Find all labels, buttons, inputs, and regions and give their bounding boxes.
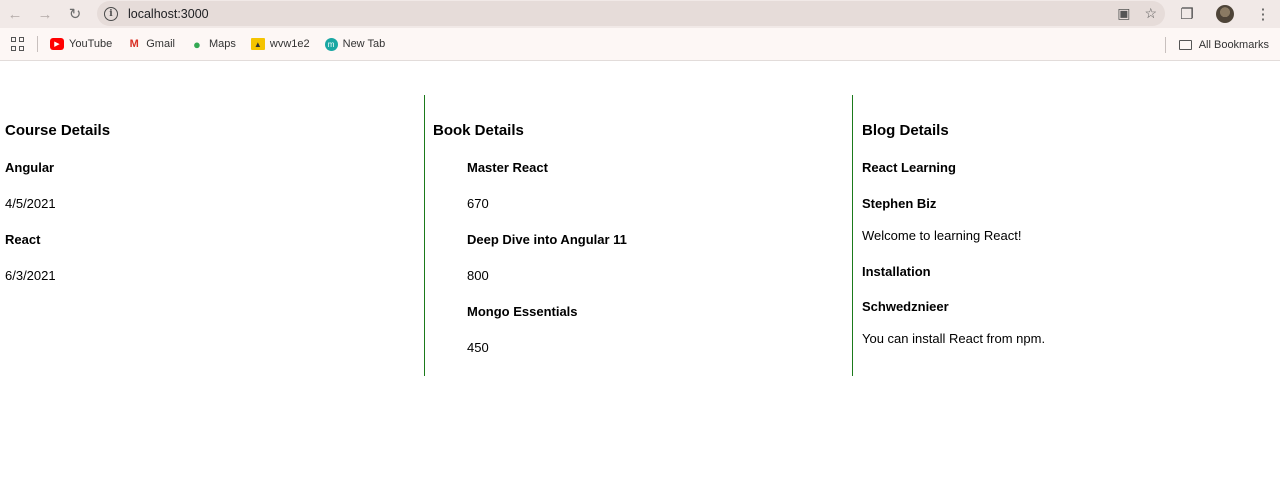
site-info-icon[interactable]: i [104, 6, 118, 21]
bookmark-gmail[interactable]: M Gmail [127, 38, 175, 50]
browser-toolbar: ← → ↻ i localhost:3000 ▣ ☆ ❐ ⋮ [0, 0, 1280, 28]
back-button[interactable]: ← [0, 0, 30, 28]
course-heading: Course Details [5, 122, 111, 139]
bookmark-youtube[interactable]: ▶ YouTube [50, 38, 112, 50]
bookmark-wvw1e2[interactable]: ▲ wvw1e2 [250, 38, 310, 50]
address-bar[interactable]: i localhost:3000 ▣ ☆ [97, 1, 1165, 26]
book-price: 670 [467, 196, 489, 211]
forward-button[interactable]: → [30, 0, 60, 28]
book-name: Deep Dive into Angular 11 [467, 232, 627, 247]
bookmarks-separator [37, 36, 38, 52]
bookmark-label: New Tab [342, 38, 386, 50]
book-name: Mongo Essentials [467, 304, 578, 319]
book-price: 450 [467, 340, 489, 355]
course-details-section: Course Details Angular 4/5/2021 React 6/… [0, 95, 424, 376]
course-name: React [5, 232, 41, 247]
bookmarks-bar: ▶ YouTube M Gmail ● Maps ▲ wvw1e2 m New … [0, 28, 1280, 61]
all-bookmarks-label: All Bookmarks [1198, 38, 1269, 51]
blog-content: You can install React from npm. [862, 331, 1046, 346]
bookmark-star-icon[interactable]: ☆ [1144, 5, 1157, 22]
book-heading: Book Details [433, 122, 524, 139]
bookmark-label: YouTube [69, 38, 113, 50]
blog-heading: Blog Details [862, 122, 949, 139]
reload-button[interactable]: ↻ [60, 0, 90, 28]
page-content: Course Details Angular 4/5/2021 React 6/… [0, 62, 1280, 485]
bookmarks-separator [1164, 36, 1166, 53]
book-details-section: Book Details Master React 670 Deep Dive … [424, 95, 852, 376]
gmail-icon: M [129, 38, 139, 50]
blog-author: Stephen Biz [862, 196, 937, 211]
blog-details-section: Blog Details React Learning Stephen Biz … [852, 95, 1280, 376]
blog-content: Welcome to learning React! [862, 228, 1022, 243]
install-app-icon[interactable]: ▣ [1117, 5, 1130, 22]
bookmark-label: Gmail [146, 38, 175, 50]
course-name: Angular [5, 160, 55, 175]
all-bookmarks-button[interactable]: All Bookmarks [1164, 28, 1269, 61]
bookmark-maps[interactable]: ● Maps [190, 36, 236, 52]
bookmark-label: wvw1e2 [269, 38, 310, 50]
bookmark-label: Maps [208, 38, 236, 50]
folder-icon [1178, 39, 1192, 50]
new-tab-icon: m [324, 37, 338, 51]
blog-author: Schwedznieer [862, 299, 949, 314]
course-date: 4/5/2021 [5, 196, 56, 211]
course-date: 6/3/2021 [5, 268, 56, 283]
blog-title: Installation [862, 264, 931, 279]
maps-icon: ● [193, 36, 201, 52]
apps-grid-icon[interactable] [11, 37, 25, 51]
youtube-icon: ▶ [50, 38, 64, 50]
blog-title: React Learning [862, 160, 956, 175]
book-price: 800 [467, 268, 489, 283]
bookmark-new-tab[interactable]: m New Tab [324, 37, 386, 51]
book-name: Master React [467, 160, 548, 175]
extensions-icon[interactable]: ❐ [1178, 5, 1196, 23]
bookmark-site-icon: ▲ [250, 38, 265, 50]
url-text[interactable]: localhost:3000 [128, 7, 209, 21]
menu-icon[interactable]: ⋮ [1254, 5, 1272, 23]
profile-avatar[interactable] [1216, 5, 1234, 23]
